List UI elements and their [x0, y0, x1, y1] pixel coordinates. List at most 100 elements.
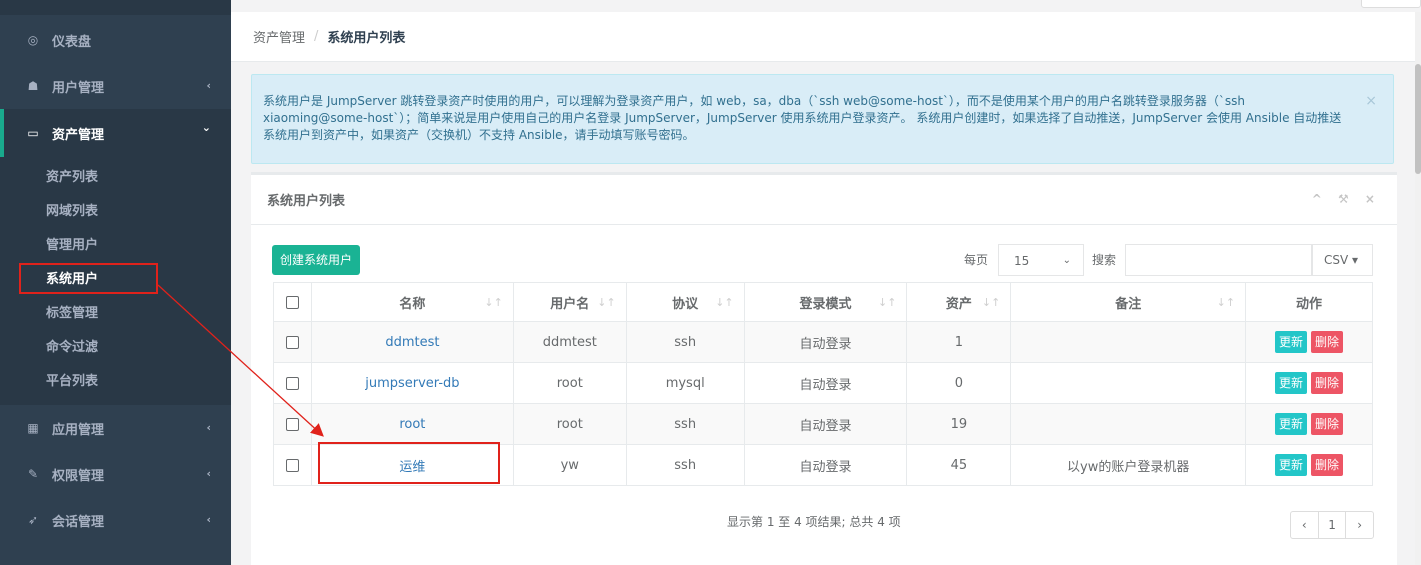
alert-text: 系统用户是 JumpServer 跳转登录资产时使用的用户，可以理解为登录资产用… — [263, 94, 1342, 142]
column-header-login-mode[interactable]: 登录模式 ↓↑ — [743, 282, 908, 322]
cell-comment — [1010, 321, 1247, 363]
column-label: 登录模式 — [799, 296, 852, 312]
cell-name: ddmtest — [310, 321, 514, 363]
pager-prev-button[interactable]: ‹ — [1291, 512, 1318, 538]
row-select-cell — [273, 403, 312, 445]
info-alert: 系统用户是 JumpServer 跳转登录资产时使用的用户，可以理解为登录资产用… — [251, 74, 1394, 164]
table-row: ddmtest ddmtest ssh 自动登录 1 更新 删除 — [273, 321, 1373, 363]
delete-button[interactable]: 删除 — [1311, 331, 1344, 353]
annotation-box-row — [318, 442, 500, 484]
sidebar-item-assets[interactable]: ▭ 资产管理 ⌄ — [0, 109, 231, 157]
sidebar-item-label: 权限管理 — [52, 468, 105, 484]
cell-login-mode: 自动登录 — [743, 321, 908, 363]
column-header-comment[interactable]: 备注 ↓↑ — [1010, 282, 1247, 322]
breadcrumb: 资产管理 / 系统用户列表 — [231, 12, 1421, 62]
cell-assets: 19 — [906, 403, 1012, 445]
column-header-name[interactable]: 名称 ↓↑ — [310, 282, 514, 322]
submenu-item-asset-list[interactable]: 资产列表 — [0, 161, 231, 195]
cell-actions: 更新 删除 — [1245, 321, 1373, 363]
chevron-down-icon: ⌄ — [201, 121, 211, 134]
row-select-cell — [273, 444, 312, 486]
breadcrumb-separator: / — [314, 29, 319, 44]
delete-button[interactable]: 删除 — [1311, 454, 1344, 476]
annotation-box-sidebar — [19, 263, 158, 294]
create-system-user-button[interactable]: 创建系统用户 — [272, 245, 361, 275]
column-label: 协议 — [672, 296, 699, 312]
select-all-cell — [273, 282, 312, 322]
chevron-left-icon: ‹ — [206, 513, 211, 526]
users-icon: ☗ — [27, 79, 39, 93]
submenu-item-command-filter[interactable]: 命令过滤 — [0, 331, 231, 365]
submenu-item-label-manage[interactable]: 标签管理 — [0, 297, 231, 331]
edit-icon: ✎ — [27, 467, 39, 481]
close-icon[interactable]: × — [1365, 93, 1377, 110]
column-label: 名称 — [399, 296, 426, 312]
column-label: 动作 — [1296, 296, 1323, 312]
sort-icon[interactable]: ↓↑ — [1217, 296, 1235, 309]
panel-tools-icons[interactable]: ^ ⚒ × — [1312, 192, 1381, 206]
per-page-value: 15 — [1014, 254, 1030, 268]
sidebar-item-dashboard[interactable]: ◎ 仪表盘 — [0, 17, 231, 63]
sidebar-item-label: 仪表盘 — [52, 34, 92, 50]
cell-login-mode: 自动登录 — [743, 444, 908, 486]
sort-icon[interactable]: ↓↑ — [878, 296, 896, 309]
system-user-link[interactable]: root — [399, 417, 425, 432]
chevron-left-icon: ‹ — [206, 79, 211, 92]
dashboard-icon: ◎ — [27, 33, 39, 47]
system-user-panel: 系统用户列表 ^ ⚒ × 创建系统用户 每页 15 ⌄ 搜索 CSV ▾ 名称 ↓… — [251, 172, 1397, 565]
row-checkbox[interactable] — [285, 335, 299, 349]
search-label: 搜索 — [1092, 253, 1117, 267]
sidebar-item-applications[interactable]: ▦ 应用管理 ‹ — [0, 405, 231, 451]
per-page-select[interactable]: 15 ⌄ — [998, 244, 1084, 276]
sort-icon[interactable]: ↓↑ — [715, 296, 733, 309]
navbar-button[interactable] — [1361, 0, 1421, 8]
cell-assets: 1 — [906, 321, 1012, 363]
system-user-link[interactable]: ddmtest — [385, 335, 439, 350]
table-info-text: 显示第 1 至 4 项结果; 总共 4 项 — [727, 515, 901, 529]
column-header-username[interactable]: 用户名 ↓↑ — [512, 282, 627, 322]
submenu-item-platform-list[interactable]: 平台列表 — [0, 365, 231, 399]
cell-name: jumpserver-db — [310, 362, 514, 404]
pager-next-button[interactable]: › — [1346, 512, 1373, 538]
cell-comment — [1010, 403, 1247, 445]
cell-name: root — [310, 403, 514, 445]
cell-username: root — [512, 403, 627, 445]
row-checkbox[interactable] — [285, 417, 299, 431]
update-button[interactable]: 更新 — [1275, 413, 1308, 435]
pager-page-1[interactable]: 1 — [1317, 512, 1347, 538]
pagination: ‹ 1 › — [1290, 511, 1374, 539]
update-button[interactable]: 更新 — [1275, 372, 1308, 394]
sidebar-item-users[interactable]: ☗ 用户管理 ‹ — [0, 63, 231, 109]
rocket-icon: ➶ — [27, 513, 39, 527]
column-label: 用户名 — [550, 296, 590, 312]
row-select-cell — [273, 362, 312, 404]
sidebar-item-label: 资产管理 — [52, 127, 105, 143]
column-header-protocol[interactable]: 协议 ↓↑ — [625, 282, 745, 322]
breadcrumb-parent[interactable]: 资产管理 — [253, 27, 305, 46]
update-button[interactable]: 更新 — [1275, 331, 1308, 353]
panel-header: 系统用户列表 ^ ⚒ × — [251, 175, 1397, 225]
update-button[interactable]: 更新 — [1275, 454, 1308, 476]
select-all-checkbox[interactable] — [285, 295, 299, 309]
csv-export-button[interactable]: CSV ▾ — [1312, 244, 1373, 276]
sidebar-item-permissions[interactable]: ✎ 权限管理 ‹ — [0, 451, 231, 497]
sidebar-item-sessions[interactable]: ➶ 会话管理 ‹ — [0, 497, 231, 543]
row-checkbox[interactable] — [285, 458, 299, 472]
page-scrollbar[interactable] — [1415, 12, 1421, 565]
sort-icon[interactable]: ↓↑ — [597, 296, 615, 309]
delete-button[interactable]: 删除 — [1311, 413, 1344, 435]
sidebar-top-strip — [0, 0, 231, 15]
search-input[interactable] — [1125, 244, 1312, 276]
submenu-item-domain-list[interactable]: 网域列表 — [0, 195, 231, 229]
submenu-item-admin-user[interactable]: 管理用户 — [0, 229, 231, 263]
cell-protocol: ssh — [625, 321, 745, 363]
system-user-link[interactable]: jumpserver-db — [365, 376, 459, 391]
sort-icon[interactable]: ↓↑ — [484, 296, 502, 309]
breadcrumb-current: 系统用户列表 — [327, 31, 406, 46]
column-header-assets[interactable]: 资产 ↓↑ — [906, 282, 1012, 322]
row-checkbox[interactable] — [285, 376, 299, 390]
delete-button[interactable]: 删除 — [1311, 372, 1344, 394]
cell-login-mode: 自动登录 — [743, 403, 908, 445]
scrollbar-thumb[interactable] — [1415, 64, 1421, 174]
sort-icon[interactable]: ↓↑ — [982, 296, 1000, 309]
